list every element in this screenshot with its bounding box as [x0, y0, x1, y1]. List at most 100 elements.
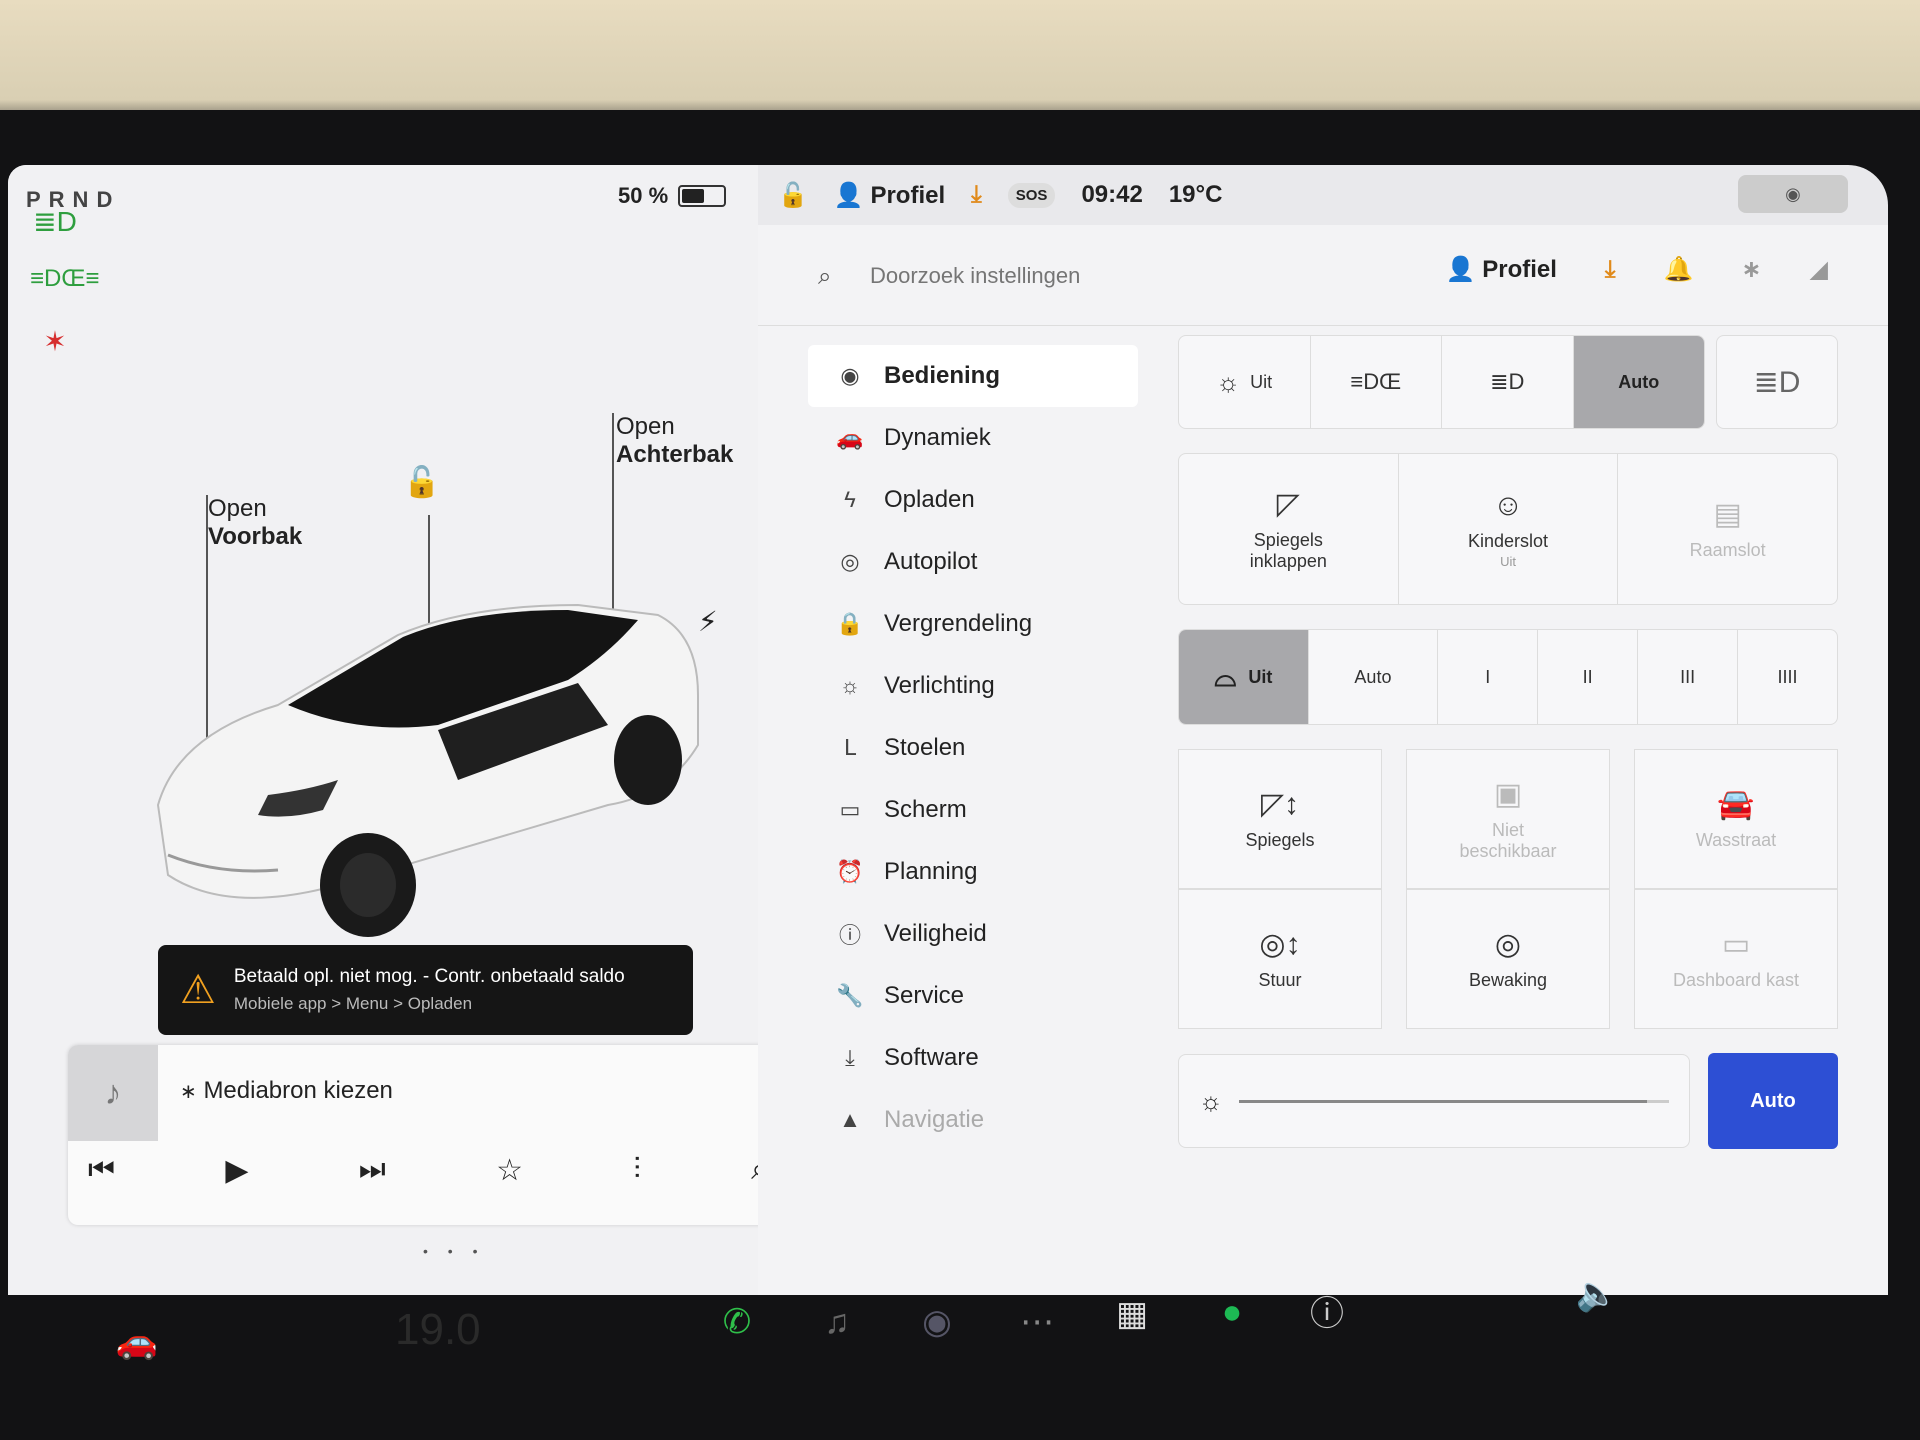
steering-label: Stuur [1258, 970, 1302, 990]
nav-dynamiek[interactable]: 🚗 Dynamiek [808, 407, 1138, 469]
music-icon[interactable]: ♫ [810, 1295, 864, 1349]
child-lock-button[interactable]: ☺ Kinderslot Uit [1399, 454, 1619, 604]
nav-planning[interactable]: ⏰ Planning [808, 841, 1138, 903]
seatbelt-warning-icon: ✶ [43, 326, 67, 357]
light-icon: ☼ [839, 673, 861, 698]
info-circle-icon: ⓘ [838, 923, 861, 948]
frunk-callout[interactable]: Open Voorbak [208, 495, 302, 551]
glovebox-icon: ▭ [1721, 928, 1751, 961]
signal-icon: ◢ [1809, 256, 1828, 283]
cabin-temperature[interactable]: 19.0 [395, 1305, 481, 1355]
glovebox-button[interactable]: ▭ Dashboard kast [1634, 889, 1838, 1029]
nav-navigatie[interactable]: ▲ Navigatie [808, 1089, 1138, 1151]
unlock-icon[interactable]: 🔓 [403, 465, 440, 500]
download-icon[interactable]: ⤓ [1605, 256, 1616, 284]
sos-button[interactable]: SOS [1007, 182, 1056, 208]
next-track-icon[interactable]: ⏭ [359, 1153, 386, 1188]
profile-status[interactable]: 👤 Profiel [834, 181, 945, 210]
search-icon: ⌕ [818, 263, 832, 290]
low-beam-icon: ≣D [1490, 369, 1525, 394]
previous-track-icon[interactable]: ⏮ [88, 1153, 115, 1188]
play-icon[interactable]: ▶ [225, 1153, 248, 1188]
volume-icon[interactable]: 🔈 [1570, 1267, 1624, 1321]
download-icon[interactable]: ⤓ [971, 181, 982, 209]
trunk-label-line1: Open [616, 413, 675, 440]
nav-vergrendeling[interactable]: 🔒 Vergrendeling [808, 593, 1138, 655]
nav-autopilot[interactable]: ◎ Autopilot [808, 531, 1138, 593]
brightness-auto-button[interactable]: Auto [1708, 1053, 1838, 1149]
high-beam-button[interactable]: ≣D [1716, 335, 1838, 429]
wiper-speed-1-button[interactable]: I [1438, 630, 1539, 724]
mirrors-adjust-button[interactable]: ◸↕ Spiegels [1178, 749, 1382, 889]
bluetooth-icon[interactable]: ∗ [1741, 255, 1761, 284]
glovebox-label: Dashboard kast [1672, 970, 1800, 990]
media-source-button[interactable]: ∗ Mediabron kiezen [180, 1077, 393, 1105]
car-wash-button[interactable]: 🚘 Wasstraat [1634, 749, 1838, 889]
header-profile[interactable]: 👤 Profiel [1446, 255, 1557, 284]
calendar-icon[interactable]: ▦ [1105, 1287, 1159, 1341]
lights-off-button[interactable]: ☼ Uit [1179, 336, 1311, 428]
nav-verlichting[interactable]: ☼ Verlichting [808, 655, 1138, 717]
spotify-icon[interactable]: ● [1205, 1285, 1259, 1339]
nav-scherm[interactable]: ▭ Scherm [808, 779, 1138, 841]
nav-service[interactable]: 🔧 Service [808, 965, 1138, 1027]
steering-adjust-button[interactable]: ◎↕ Stuur [1178, 889, 1382, 1029]
seat-icon: ᒪ [843, 735, 857, 760]
battery-status: 50 % [618, 183, 727, 209]
fold-mirrors-button[interactable]: ◸ Spiegels inklappen [1179, 454, 1399, 604]
phone-icon[interactable]: ✆ [710, 1295, 764, 1349]
nav-opladen[interactable]: ϟ Opladen [808, 469, 1138, 531]
trunk-callout[interactable]: Open Achterbak [616, 413, 733, 469]
lock-status-icon[interactable]: 🔓 [778, 181, 808, 210]
settings-search-input[interactable] [868, 255, 1372, 297]
sun-icon: ☼ [1216, 366, 1241, 397]
battery-fill [682, 189, 705, 203]
car-icon[interactable]: 🚗 [110, 1315, 164, 1369]
window-lock-button[interactable]: ▤ Raamslot [1618, 454, 1837, 604]
low-beam-button[interactable]: ≣D [1442, 336, 1574, 428]
favorite-star-icon[interactable]: ☆ [496, 1153, 523, 1188]
parking-lights-button[interactable]: ≡DŒ [1311, 336, 1442, 428]
mirrors-label: Spiegels [1245, 830, 1315, 850]
bell-icon[interactable]: 🔔 [1664, 255, 1694, 284]
brightness-track[interactable] [1238, 1099, 1669, 1103]
passenger-airbag-indicator: ◉ [1738, 175, 1848, 213]
mirror-icon: ◸ [1276, 487, 1300, 521]
wiper-icon: ⌓ [1214, 660, 1237, 692]
battery-percentage: 50 % [618, 183, 669, 208]
wiper-speed-3-button[interactable]: III [1638, 630, 1739, 724]
nav-bediening[interactable]: ◉ Bediening [808, 345, 1138, 407]
trunk-label-line2: Achterbak [616, 441, 734, 468]
brightness-row: ☼ Auto [1178, 1053, 1838, 1149]
parking-lights-icon: ≡DŒ [1350, 369, 1402, 394]
manual-icon[interactable]: ⓘ [1300, 1283, 1354, 1337]
profile-icon: 👤 [833, 181, 864, 209]
wiper-auto-button[interactable]: Auto [1309, 630, 1439, 724]
nav-veiligheid[interactable]: ⓘ Veiligheid [808, 903, 1138, 965]
nav-label: Service [884, 982, 965, 1009]
wiper-off-button[interactable]: ⌓ Uit [1179, 630, 1309, 724]
outside-temperature: 19°C [1168, 181, 1223, 208]
window-lock-label: Raamslot [1689, 540, 1766, 560]
nav-software[interactable]: ⤓ Software [808, 1027, 1138, 1089]
mirror-adjust-icon: ◸↕ [1260, 788, 1300, 821]
toggle-icon: ◉ [840, 363, 860, 388]
media-controls: ⏮ ▶ ⏭ ☆ ⫶ ⌕ [88, 1153, 768, 1188]
download-icon: ⤓ [845, 1045, 855, 1070]
nav-stoelen[interactable]: ᒪ Stoelen [808, 717, 1138, 779]
brightness-slider[interactable]: ☼ [1178, 1054, 1690, 1148]
hud-icon: ▣ [1493, 777, 1523, 811]
charging-alert[interactable]: ⚠ Betaald opl. niet mog. - Contr. onbeta… [158, 945, 693, 1035]
camera-icon[interactable]: ◉ [910, 1295, 964, 1349]
child-lock-label: Kinderslot [1467, 531, 1549, 551]
lights-auto-button[interactable]: Auto [1573, 336, 1704, 428]
more-apps-icon[interactable]: ⋯ [1010, 1295, 1064, 1349]
nav-label: Veiligheid [884, 920, 987, 947]
sentry-button[interactable]: ◎ Bewaking [1406, 889, 1610, 1029]
alarm-icon: ⏰ [836, 859, 864, 884]
wiper-speed-2-button[interactable]: II [1538, 630, 1639, 724]
wiper-speed-4-button[interactable]: IIII [1738, 630, 1837, 724]
equalizer-icon[interactable]: ⫶ [633, 1153, 641, 1188]
alert-title: Betaald opl. niet mog. - Contr. onbetaal… [233, 966, 625, 987]
lock-controls-row: ◸ Spiegels inklappen ☺ Kinderslot Uit ▤ … [1178, 453, 1838, 605]
